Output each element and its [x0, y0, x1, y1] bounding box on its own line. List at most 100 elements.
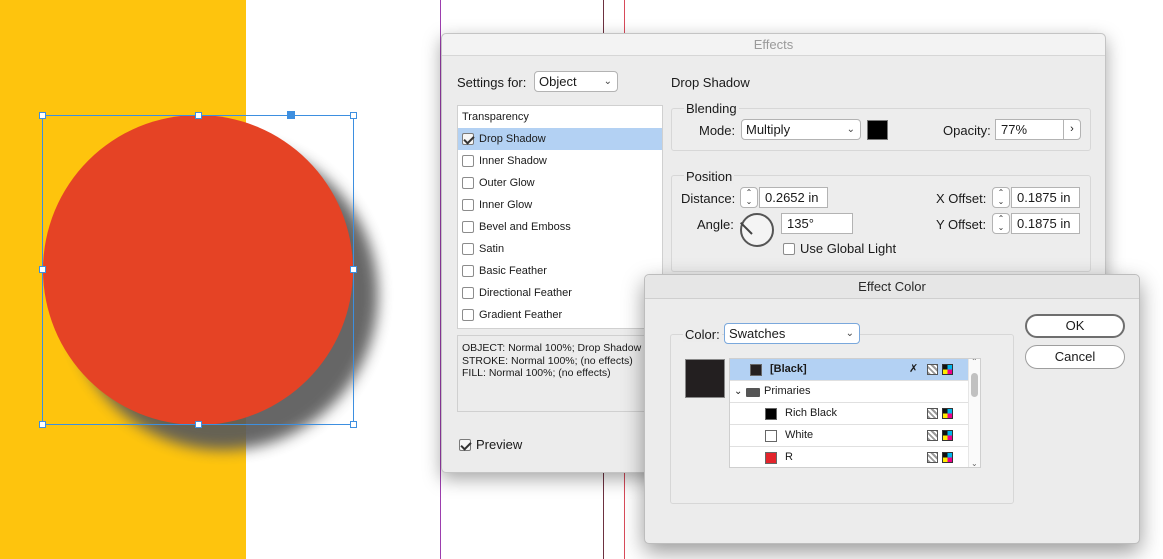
section-title: Drop Shadow — [671, 75, 750, 90]
preview-label: Preview — [476, 437, 523, 452]
swatch-row-r[interactable]: R — [730, 447, 980, 467]
effects-item-label: Inner Glow — [479, 199, 533, 211]
angle-label: Angle: — [697, 217, 734, 232]
angle-input[interactable]: 135° — [781, 213, 853, 234]
position-title: Position — [684, 169, 735, 184]
effects-item-gradient-feather[interactable]: Gradient Feather — [458, 304, 662, 326]
y-offset-label: Y Offset: — [936, 217, 987, 232]
selection-frame[interactable] — [42, 115, 354, 425]
color-preview-swatch — [685, 359, 725, 398]
no-edit-icon: ✗ — [909, 363, 919, 375]
swatch-group-name: Primaries — [764, 385, 811, 397]
ok-button[interactable]: OK — [1025, 314, 1125, 338]
gradient-feather-checkbox[interactable] — [462, 309, 474, 321]
process-color-icon — [927, 408, 938, 419]
effects-item-outer-glow[interactable]: Outer Glow — [458, 172, 662, 194]
blending-title: Blending — [684, 101, 739, 116]
inner-glow-checkbox[interactable] — [462, 199, 474, 211]
handle-bottom-center[interactable] — [195, 421, 202, 428]
effects-item-label: Inner Shadow — [479, 155, 547, 167]
chevron-down-icon: ⌄ — [845, 328, 854, 339]
distance-input[interactable]: 0.2652 in — [759, 187, 828, 208]
opacity-input[interactable]: 77% — [995, 119, 1065, 140]
swatch-row-primaries-folder[interactable]: ⌄ Primaries — [730, 381, 980, 403]
effects-item-label: Satin — [479, 243, 505, 255]
handle-top-right[interactable] — [350, 112, 357, 119]
summary-fill: FILL: Normal 100%; (no effects) — [462, 367, 611, 379]
effects-item-bevel-emboss[interactable]: Bevel and Emboss — [458, 216, 662, 238]
chevron-right-icon: › — [1070, 123, 1074, 135]
chevron-down-icon: ⌄ — [846, 124, 855, 135]
swatch-chip — [750, 364, 762, 376]
folder-icon — [746, 388, 760, 397]
cancel-button[interactable]: Cancel — [1025, 345, 1125, 369]
effects-item-label: Drop Shadow — [479, 133, 546, 145]
effects-dialog-title: Effects — [442, 34, 1105, 56]
handle-bottom-left[interactable] — [39, 421, 46, 428]
cmyk-icon — [942, 408, 953, 419]
use-global-light-toggle[interactable]: Use Global Light — [783, 241, 896, 256]
summary-object: OBJECT: Normal 100%; Drop Shadow — [462, 342, 642, 354]
mode-label: Mode: — [699, 123, 736, 138]
chevron-down-icon: ⌄ — [603, 76, 612, 87]
swatch-chip — [765, 430, 777, 442]
blend-mode-select[interactable]: Multiply ⌄ — [741, 119, 861, 140]
handle-middle-left[interactable] — [39, 266, 46, 273]
cmyk-icon — [942, 452, 953, 463]
effects-item-inner-shadow[interactable]: Inner Shadow — [458, 150, 662, 172]
swatch-scrollbar-thumb[interactable] — [971, 373, 978, 397]
settings-for-label: Settings for: — [457, 75, 527, 90]
cmyk-icon — [942, 430, 953, 441]
distance-stepper[interactable]: ⌃ ⌄ — [740, 187, 758, 208]
y-offset-input[interactable]: 0.1875 in — [1011, 213, 1080, 234]
handle-middle-right[interactable] — [350, 266, 357, 273]
use-global-light-checkbox[interactable] — [783, 242, 795, 255]
effects-item-label: Bevel and Emboss — [479, 221, 571, 233]
swatch-scrollbar[interactable]: ⌃ ⌄ — [968, 359, 980, 467]
effects-item-transparency[interactable]: Transparency — [458, 106, 662, 128]
effects-item-label: Outer Glow — [479, 177, 535, 189]
effects-item-basic-feather[interactable]: Basic Feather — [458, 260, 662, 282]
handle-bottom-right[interactable] — [350, 421, 357, 428]
basic-feather-checkbox[interactable] — [462, 265, 474, 277]
effect-color-dialog: Effect Color Color: Swatches ⌄ [Black] ✗ … — [644, 274, 1140, 544]
y-offset-stepper[interactable]: ⌃ ⌄ — [992, 213, 1010, 234]
opacity-slider-button[interactable]: › — [1063, 119, 1081, 140]
directional-feather-checkbox[interactable] — [462, 287, 474, 299]
preview-toggle[interactable]: Preview — [459, 437, 522, 452]
effects-item-satin[interactable]: Satin — [458, 238, 662, 260]
angle-dial[interactable] — [739, 213, 774, 247]
opacity-label: Opacity: — [943, 123, 991, 138]
outer-glow-checkbox[interactable] — [462, 177, 474, 189]
scroll-up-icon[interactable]: ⌃ — [971, 359, 978, 366]
effects-summary: OBJECT: Normal 100%; Drop Shadow STROKE:… — [457, 335, 663, 412]
swatch-row-rich-black[interactable]: Rich Black — [730, 403, 980, 425]
inner-shadow-checkbox[interactable] — [462, 155, 474, 167]
effects-list: Transparency Drop Shadow Inner Shadow Ou… — [457, 105, 663, 329]
shadow-color-swatch[interactable] — [867, 120, 888, 140]
settings-for-select[interactable]: Object ⌄ — [534, 71, 618, 92]
swatch-row-white[interactable]: White — [730, 425, 980, 447]
drop-shadow-checkbox[interactable] — [462, 133, 474, 145]
cmyk-icon — [942, 364, 953, 375]
handle-top-center[interactable] — [195, 112, 202, 119]
effects-item-drop-shadow[interactable]: Drop Shadow — [458, 128, 662, 150]
effects-item-label: Basic Feather — [479, 265, 547, 277]
color-source-select[interactable]: Swatches ⌄ — [724, 323, 860, 344]
process-color-icon — [927, 430, 938, 441]
preview-checkbox[interactable] — [459, 438, 471, 451]
effects-item-directional-feather[interactable]: Directional Feather — [458, 282, 662, 304]
x-offset-stepper[interactable]: ⌃ ⌄ — [992, 187, 1010, 208]
effects-item-label: Directional Feather — [479, 287, 572, 299]
effects-item-inner-glow[interactable]: Inner Glow — [458, 194, 662, 216]
process-color-icon — [927, 452, 938, 463]
content-grabber-handle[interactable] — [287, 111, 295, 119]
summary-stroke: STROKE: Normal 100%; (no effects) — [462, 354, 633, 367]
scroll-down-icon[interactable]: ⌄ — [971, 459, 978, 467]
distance-label: Distance: — [681, 191, 736, 206]
handle-top-left[interactable] — [39, 112, 46, 119]
swatch-row-black[interactable]: [Black] ✗ — [730, 359, 980, 381]
x-offset-input[interactable]: 0.1875 in — [1011, 187, 1080, 208]
satin-checkbox[interactable] — [462, 243, 474, 255]
bevel-emboss-checkbox[interactable] — [462, 221, 474, 233]
